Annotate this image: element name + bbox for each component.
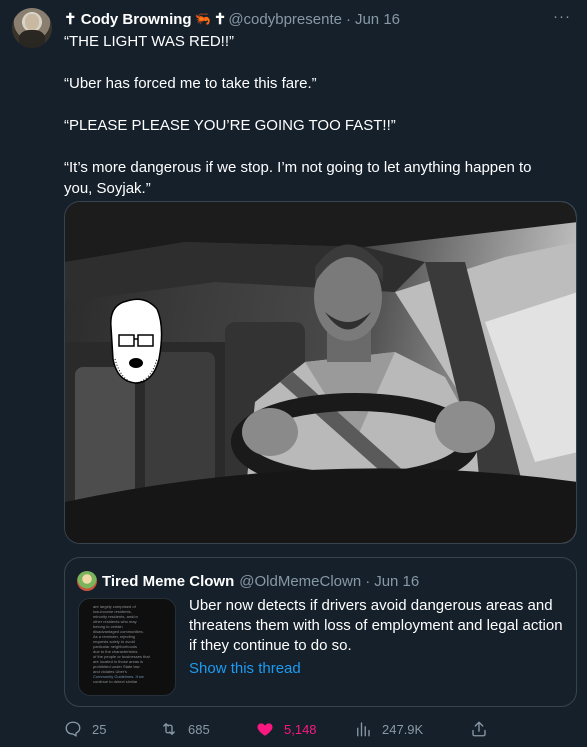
tweet-line: “Uber has forced me to take this fare.” xyxy=(64,75,317,92)
tweet-header: ✝ Cody Browning 🦐 ✝ @codybpresente · Jun… xyxy=(64,9,544,29)
show-thread-link[interactable]: Show this thread xyxy=(189,659,569,679)
reply-count: 25 xyxy=(92,721,107,737)
tweet-text: “THE LIGHT WAS RED!!” “Uber has forced m… xyxy=(64,31,564,199)
shrimp-icon: 🦐 xyxy=(194,11,211,26)
author-handle[interactable]: @codybpresente xyxy=(228,11,342,28)
share-button[interactable] xyxy=(470,717,498,741)
avatar-head-shape xyxy=(25,14,39,30)
like-count: 5,148 xyxy=(284,721,317,737)
views-button[interactable]: 247.9K xyxy=(354,717,423,741)
retweet-count: 685 xyxy=(188,721,210,737)
author-avatar[interactable] xyxy=(12,8,52,48)
quoted-tweet-thumbnail: are largely comprised of low-income resi… xyxy=(78,598,176,696)
quoted-tweet-header: Tired Meme Clown @OldMemeClown · Jun 16 xyxy=(102,571,419,591)
tweet-actions: 25 685 5,148 247.9K xyxy=(64,717,486,741)
avatar-body-shape xyxy=(19,30,45,48)
like-button[interactable]: 5,148 xyxy=(256,717,317,741)
quoted-author-avatar xyxy=(77,571,97,591)
thumbnail-text-line: continue to detect similar xyxy=(93,679,138,684)
tweet-line: “PLEASE PLEASE YOU’RE GOING TOO FAST!!” xyxy=(64,117,396,134)
heart-icon xyxy=(257,723,273,736)
separator-dot: · xyxy=(345,10,351,28)
tweet-photo[interactable] xyxy=(64,201,577,544)
more-options-icon[interactable]: ··· xyxy=(551,8,573,26)
cross-icon: ✝ xyxy=(213,11,227,28)
retweet-icon xyxy=(163,723,175,735)
share-icon xyxy=(472,721,486,737)
reply-icon xyxy=(65,721,81,737)
tweet-line: “THE LIGHT WAS RED!!” xyxy=(64,33,235,50)
reply-button[interactable]: 25 xyxy=(64,717,106,741)
quoted-tweet-body: Uber now detects if drivers avoid danger… xyxy=(189,597,563,654)
quoted-tweet-text: Uber now detects if drivers avoid danger… xyxy=(189,596,569,679)
author-name[interactable]: ✝ Cody Browning xyxy=(64,10,192,28)
quoted-tweet-date: Jun 16 xyxy=(374,572,420,590)
photo-illustration xyxy=(65,202,576,543)
separator-dot: · xyxy=(365,572,371,590)
quoted-tweet[interactable]: Tired Meme Clown @OldMemeClown · Jun 16 … xyxy=(64,557,577,707)
retweet-button[interactable]: 685 xyxy=(160,717,210,741)
quoted-author-name: Tired Meme Clown xyxy=(102,572,235,590)
view-count: 247.9K xyxy=(382,721,424,737)
views-chart-icon xyxy=(357,722,370,737)
tweet-line: “It’s more dangerous if we stop. I’m not… xyxy=(64,159,532,197)
tweet[interactable]: ✝ Cody Browning 🦐 ✝ @codybpresente · Jun… xyxy=(0,0,587,747)
tweet-date[interactable]: Jun 16 xyxy=(355,11,400,28)
quoted-author-handle: @OldMemeClown xyxy=(239,572,362,590)
